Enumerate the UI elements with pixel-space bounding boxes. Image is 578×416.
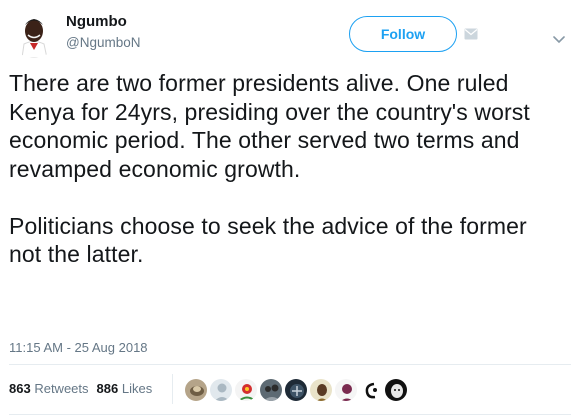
retweets-count: 863 [9, 381, 31, 396]
liker-avatar[interactable] [259, 378, 283, 402]
author-avatar[interactable] [10, 10, 58, 58]
liker-avatar[interactable] [209, 378, 233, 402]
liker-avatar[interactable] [334, 378, 358, 402]
retweets-label: Retweets [34, 381, 89, 396]
liker-avatar[interactable] [359, 378, 383, 402]
divider [9, 414, 571, 415]
liker-avatar[interactable] [309, 378, 333, 402]
author-handle[interactable]: @NgumboN [66, 35, 140, 50]
tweet-header: Ngumbo @NgumboN Follow [8, 8, 570, 58]
likes-count: 886 [96, 381, 119, 396]
liker-avatar[interactable] [234, 378, 258, 402]
divider [9, 364, 571, 365]
likes-label: Likes [121, 381, 153, 396]
follow-button[interactable]: Follow [349, 16, 457, 52]
direct-message-icon[interactable] [464, 27, 478, 40]
author-name[interactable]: Ngumbo [66, 13, 127, 30]
tweet-text: There are two former presidents alive. O… [9, 69, 565, 269]
tweet-paragraph: There are two former presidents alive. O… [9, 70, 530, 182]
tweet-stats: 863 Retweets 886 Likes [9, 381, 152, 396]
tweet-card: Ngumbo @NgumboN Follow There are two for… [0, 0, 578, 416]
liker-avatar[interactable] [184, 378, 208, 402]
tweet-paragraph: Politicians choose to seek the advice of… [9, 212, 527, 268]
tweet-timestamp[interactable]: 11:15 AM - 25 Aug 2018 [9, 340, 148, 355]
chevron-down-icon[interactable] [553, 31, 565, 44]
retweets-stat[interactable]: 863 Retweets [9, 381, 89, 396]
stats-separator [172, 374, 173, 404]
likes-stat[interactable]: 886 Likes [97, 381, 153, 396]
liker-avatar[interactable] [284, 378, 308, 402]
liker-avatar[interactable] [384, 378, 408, 402]
